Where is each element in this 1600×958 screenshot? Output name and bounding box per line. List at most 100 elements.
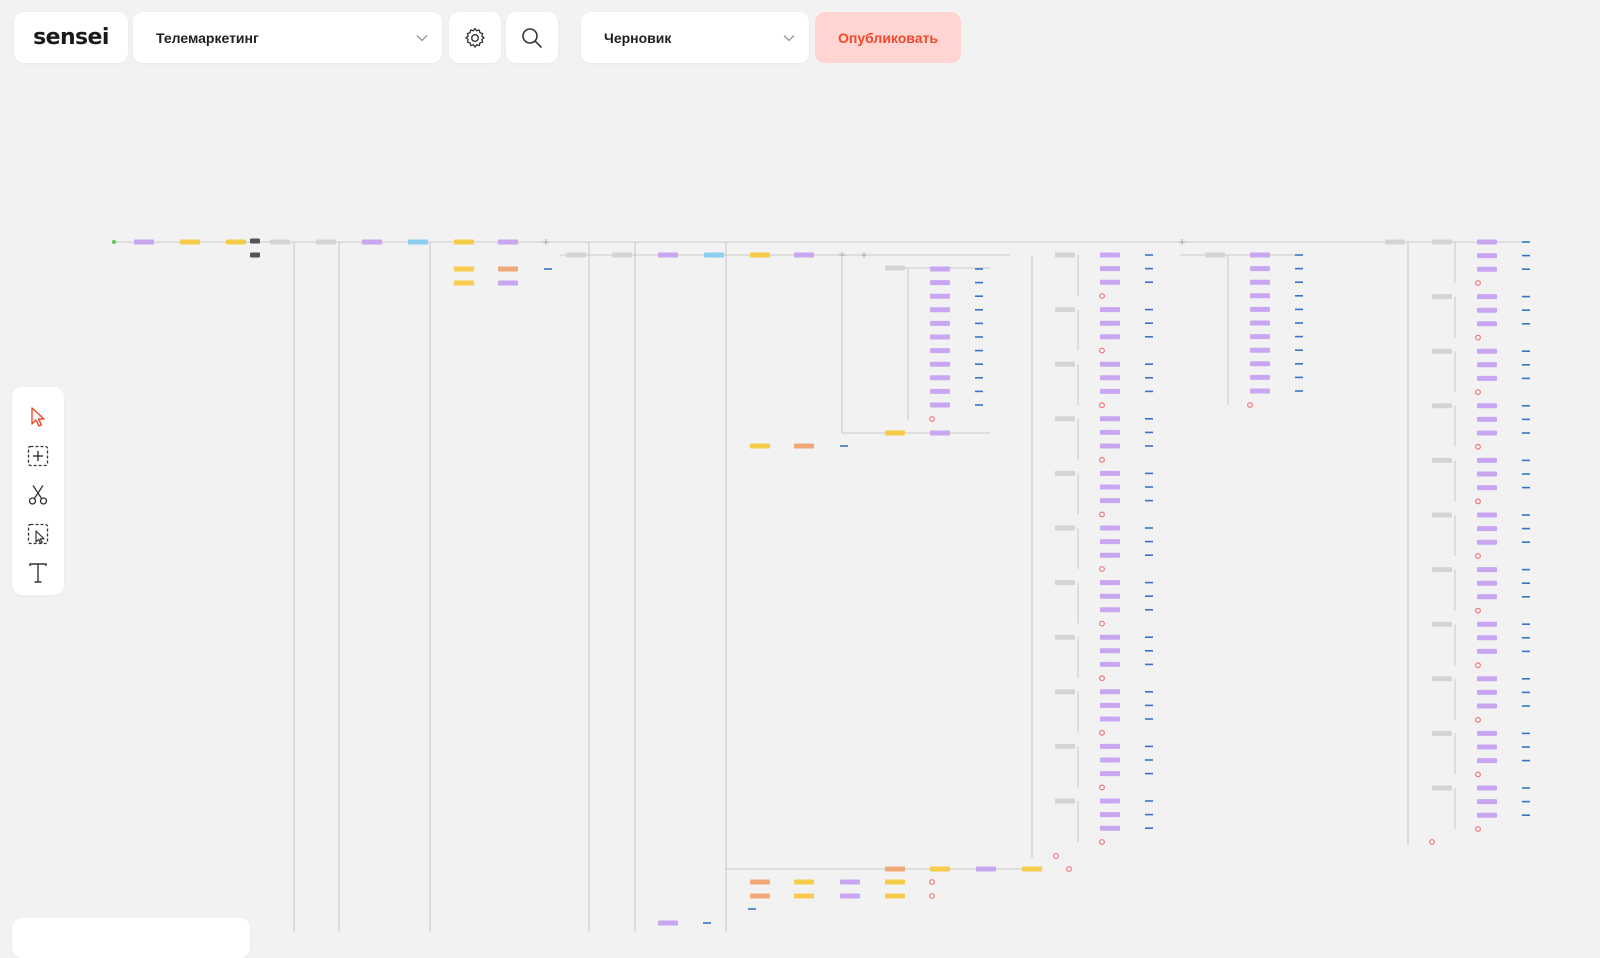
flow-node[interactable] xyxy=(1100,279,1120,285)
flow-node[interactable] xyxy=(704,252,724,258)
flow-node[interactable] xyxy=(498,239,518,245)
flow-node[interactable] xyxy=(1100,266,1120,272)
link-marker[interactable] xyxy=(1295,335,1303,338)
link-marker[interactable] xyxy=(1522,582,1530,584)
flow-node[interactable] xyxy=(454,280,474,286)
flow-node[interactable] xyxy=(1250,266,1270,272)
link-marker[interactable] xyxy=(1522,637,1530,639)
flow-node[interactable] xyxy=(1100,470,1120,476)
end-node[interactable] xyxy=(1475,553,1481,559)
link-marker[interactable] xyxy=(1295,363,1303,365)
flow-node[interactable] xyxy=(840,893,860,899)
condition-node[interactable] xyxy=(566,252,586,258)
link-marker[interactable] xyxy=(1522,254,1530,257)
flow-node[interactable] xyxy=(1250,361,1270,367)
link-marker[interactable] xyxy=(1295,281,1303,283)
flow-node[interactable] xyxy=(1477,307,1497,313)
flow-node[interactable] xyxy=(1100,429,1120,435)
flow-node[interactable] xyxy=(1477,648,1497,654)
condition-node[interactable] xyxy=(1432,785,1452,791)
flow-node[interactable] xyxy=(1477,758,1497,764)
condition-node[interactable] xyxy=(1055,634,1075,640)
link-marker[interactable] xyxy=(975,390,983,393)
link-marker[interactable] xyxy=(1145,800,1153,802)
link-marker[interactable] xyxy=(1145,636,1153,638)
flow-node[interactable] xyxy=(1100,375,1120,381)
flow-node[interactable] xyxy=(1477,676,1497,682)
label-node[interactable] xyxy=(250,238,260,244)
link-marker[interactable] xyxy=(1145,595,1153,597)
flow-node[interactable] xyxy=(1477,567,1497,573)
flow-node[interactable] xyxy=(1100,484,1120,490)
link-marker[interactable] xyxy=(1295,376,1303,379)
link-marker[interactable] xyxy=(1522,268,1530,270)
flow-node[interactable] xyxy=(1477,594,1497,600)
flow-node[interactable] xyxy=(1250,279,1270,285)
link-marker[interactable] xyxy=(975,377,983,379)
flow-node[interactable] xyxy=(1477,485,1497,491)
flow-node[interactable] xyxy=(1477,294,1497,300)
project-select[interactable]: Телемаркетинг xyxy=(133,12,442,63)
end-node[interactable] xyxy=(1475,280,1481,286)
end-node[interactable] xyxy=(1247,402,1253,408)
flow-node[interactable] xyxy=(1477,457,1497,463)
flow-node[interactable] xyxy=(885,893,905,899)
flow-canvas[interactable] xyxy=(0,0,1600,932)
flow-node[interactable] xyxy=(1100,307,1120,313)
flow-node[interactable] xyxy=(226,239,246,245)
link-marker[interactable] xyxy=(975,349,983,352)
condition-node[interactable] xyxy=(270,239,290,245)
flow-node[interactable] xyxy=(750,252,770,258)
end-node[interactable] xyxy=(1099,729,1105,736)
link-marker[interactable] xyxy=(1145,745,1153,748)
flow-node[interactable] xyxy=(1477,635,1497,641)
link-marker[interactable] xyxy=(1522,309,1530,311)
link-marker[interactable] xyxy=(703,922,711,924)
flow-node[interactable] xyxy=(1100,689,1120,695)
link-marker[interactable] xyxy=(544,268,552,270)
flow-node[interactable] xyxy=(1100,743,1120,749)
end-node[interactable] xyxy=(1099,511,1105,518)
link-marker[interactable] xyxy=(975,363,983,365)
flow-node[interactable] xyxy=(1477,703,1497,709)
link-marker[interactable] xyxy=(1522,241,1530,243)
link-marker[interactable] xyxy=(1522,350,1530,352)
link-marker[interactable] xyxy=(1522,596,1530,598)
search-button[interactable] xyxy=(506,12,558,63)
link-marker[interactable] xyxy=(1295,295,1303,297)
end-node[interactable] xyxy=(1099,839,1105,845)
flow-node[interactable] xyxy=(498,266,518,272)
end-node[interactable] xyxy=(1475,443,1481,450)
add-node-tool[interactable] xyxy=(20,438,56,474)
flow-node[interactable] xyxy=(1477,321,1497,327)
flow-node[interactable] xyxy=(1250,388,1270,394)
flow-node[interactable] xyxy=(1477,526,1497,532)
condition-node[interactable] xyxy=(1055,689,1075,695)
flow-node[interactable] xyxy=(1100,252,1120,258)
flow-node[interactable] xyxy=(362,239,382,245)
condition-node[interactable] xyxy=(1432,457,1452,463)
flow-node[interactable] xyxy=(930,307,950,313)
link-marker[interactable] xyxy=(1145,267,1153,270)
condition-node[interactable] xyxy=(1055,361,1075,367)
flow-node[interactable] xyxy=(750,879,770,885)
flow-node[interactable] xyxy=(454,239,474,245)
flow-node[interactable] xyxy=(1100,825,1120,831)
end-node[interactable] xyxy=(1099,347,1105,354)
condition-node[interactable] xyxy=(1432,730,1452,736)
link-marker[interactable] xyxy=(1145,718,1153,720)
flow-node[interactable] xyxy=(1477,812,1497,818)
flow-node[interactable] xyxy=(885,866,905,872)
flow-node[interactable] xyxy=(976,866,996,872)
flow-node[interactable] xyxy=(930,866,950,872)
status-select[interactable]: Черновик xyxy=(581,12,809,63)
flow-node[interactable] xyxy=(1100,798,1120,804)
flow-node[interactable] xyxy=(930,280,950,286)
condition-node[interactable] xyxy=(1055,798,1075,804)
link-marker[interactable] xyxy=(1522,323,1530,325)
condition-node[interactable] xyxy=(612,252,632,258)
flow-node[interactable] xyxy=(930,361,950,367)
link-marker[interactable] xyxy=(1145,581,1153,584)
link-marker[interactable] xyxy=(1145,445,1153,447)
link-marker[interactable] xyxy=(1522,418,1530,421)
